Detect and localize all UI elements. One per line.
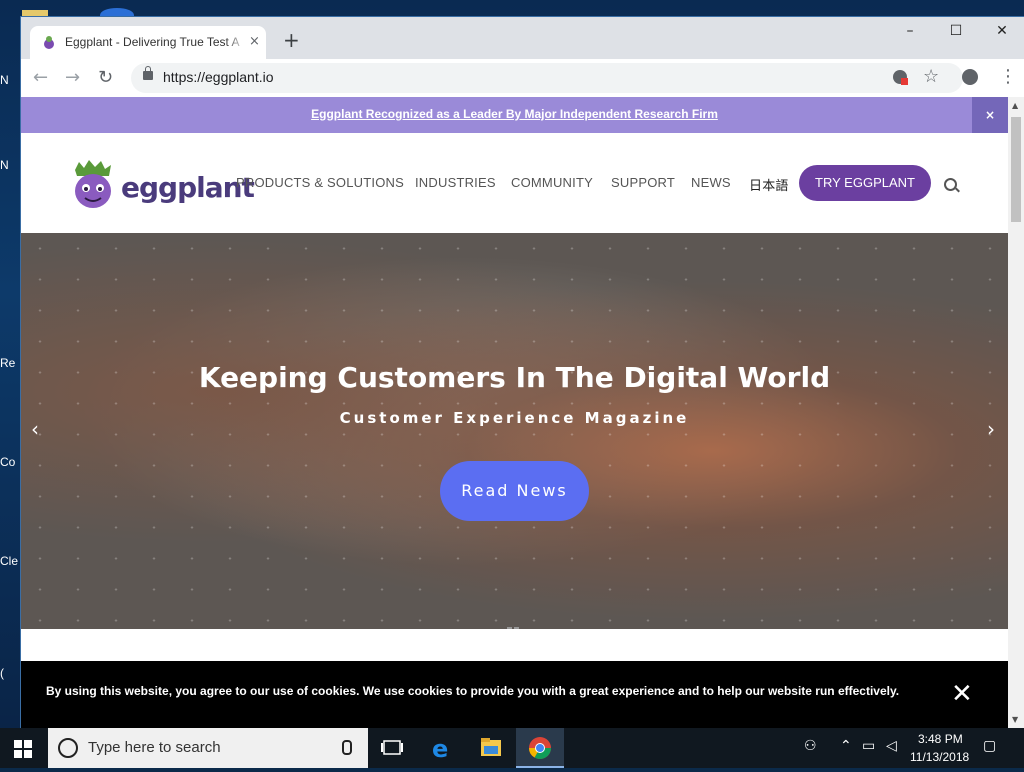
nav-support[interactable]: SUPPORT	[611, 175, 675, 190]
carousel-next-icon[interactable]: ›	[987, 417, 995, 441]
url-text[interactable]: https://eggplant.io	[163, 69, 274, 85]
clock-time[interactable]: 3:48 PM	[918, 732, 963, 746]
profile-icon[interactable]	[962, 69, 978, 85]
address-bar[interactable]: https://eggplant.io ☆	[131, 63, 963, 93]
minimize-button[interactable]: –	[887, 23, 933, 43]
desktop-icon-label[interactable]: Co	[0, 455, 15, 469]
taskbar-search-placeholder[interactable]: Type here to search	[88, 739, 221, 756]
microphone-icon[interactable]	[342, 740, 352, 755]
nav-news[interactable]: NEWS	[691, 175, 731, 190]
cortana-icon	[58, 738, 78, 758]
desktop-icon-label[interactable]: N	[0, 73, 9, 87]
announcement-close-button[interactable]: ×	[972, 97, 1008, 133]
nav-industries[interactable]: INDUSTRIES	[415, 175, 496, 190]
hero-background	[21, 233, 1008, 629]
action-center-icon[interactable]: ▢	[983, 738, 996, 754]
search-icon[interactable]	[944, 178, 957, 191]
page-viewport: Eggplant Recognized as a Leader By Major…	[21, 97, 1008, 728]
volume-muted-icon[interactable]: ◁	[886, 738, 897, 754]
carousel-prev-icon[interactable]: ‹	[31, 417, 39, 441]
maximize-button[interactable]: ☐	[933, 23, 979, 43]
pager-dot[interactable]	[507, 627, 512, 629]
task-view-icon[interactable]	[368, 728, 416, 768]
people-icon[interactable]: ⚇	[804, 738, 817, 754]
tray-chevron-icon[interactable]: ⌃	[840, 738, 852, 754]
tab-title: Eggplant - Delivering True Test A	[65, 35, 240, 49]
lock-icon[interactable]	[143, 66, 153, 80]
browser-tab[interactable]: Eggplant - Delivering True Test A ×	[30, 26, 266, 59]
bookmark-star-icon[interactable]: ☆	[923, 66, 939, 87]
desktop-icon-label[interactable]: N	[0, 158, 9, 172]
nav-products-solutions[interactable]: PRODUCTS & SOLUTIONS	[236, 175, 404, 190]
hero-carousel: Keeping Customers In The Digital World C…	[21, 233, 1008, 629]
close-window-button[interactable]: ✕	[979, 23, 1024, 43]
read-news-button[interactable]: Read News	[440, 461, 589, 521]
extension-badge	[901, 78, 908, 85]
tab-strip: Eggplant - Delivering True Test A × + – …	[21, 17, 1024, 59]
windows-start-icon[interactable]	[14, 740, 32, 758]
reload-button[interactable]: ↻	[98, 67, 113, 88]
cookie-close-button[interactable]: ✕	[951, 679, 973, 709]
taskbar: Type here to search e ⚇ ⌃ ▭ ◁ 3:48 PM 11…	[0, 728, 1024, 768]
browser-toolbar: ← → ↻ https://eggplant.io ☆ ⋮	[21, 59, 1024, 98]
back-button[interactable]: ←	[33, 67, 48, 88]
cookie-text: By using this website, you agree to our …	[46, 684, 900, 698]
edge-browser-icon[interactable]: e	[418, 728, 466, 768]
desktop-icon-label[interactable]: (	[0, 666, 4, 680]
scroll-thumb[interactable]	[1011, 117, 1021, 222]
carousel-pager[interactable]	[507, 617, 521, 629]
taskbar-search[interactable]: Type here to search	[48, 728, 368, 768]
forward-button[interactable]: →	[65, 67, 80, 88]
scroll-down-icon[interactable]: ▼	[1012, 715, 1018, 724]
file-explorer-icon[interactable]	[467, 728, 515, 768]
desktop-icon-label[interactable]: Re	[0, 356, 15, 370]
browser-menu-icon[interactable]: ⋮	[999, 66, 1017, 87]
pager-dot[interactable]	[514, 627, 519, 629]
scroll-up-icon[interactable]: ▲	[1012, 101, 1018, 110]
hero-subtitle: Customer Experience Magazine	[339, 409, 690, 427]
browser-window: Eggplant - Delivering True Test A × + – …	[21, 17, 1024, 728]
desktop-icon-label[interactable]: Cle	[0, 554, 18, 568]
new-tab-button[interactable]: +	[283, 30, 300, 50]
page-scrollbar[interactable]: ▲ ▼	[1008, 97, 1024, 728]
close-tab-icon[interactable]: ×	[249, 34, 260, 49]
announcement-link[interactable]: Eggplant Recognized as a Leader By Major…	[21, 107, 1008, 121]
eggplant-favicon-icon	[44, 36, 54, 49]
try-eggplant-button[interactable]: TRY EGGPLANT	[799, 165, 931, 201]
nav-japanese[interactable]: 日本語	[749, 175, 789, 194]
clock-date[interactable]: 11/13/2018	[910, 750, 969, 764]
tab-title-fade	[225, 32, 247, 52]
eggplant-logo-icon[interactable]	[69, 158, 117, 210]
logo-text[interactable]: eggplant	[121, 171, 255, 204]
chrome-icon[interactable]	[516, 728, 564, 768]
site-header: eggplant PRODUCTS & SOLUTIONS INDUSTRIES…	[21, 133, 1008, 233]
network-icon[interactable]: ▭	[862, 738, 875, 754]
svg-text:e: e	[432, 735, 448, 763]
cookie-banner: By using this website, you agree to our …	[21, 661, 1008, 728]
announcement-bar: Eggplant Recognized as a Leader By Major…	[21, 97, 1008, 133]
hero-title: Keeping Customers In The Digital World	[198, 361, 831, 394]
nav-community[interactable]: COMMUNITY	[511, 175, 593, 190]
